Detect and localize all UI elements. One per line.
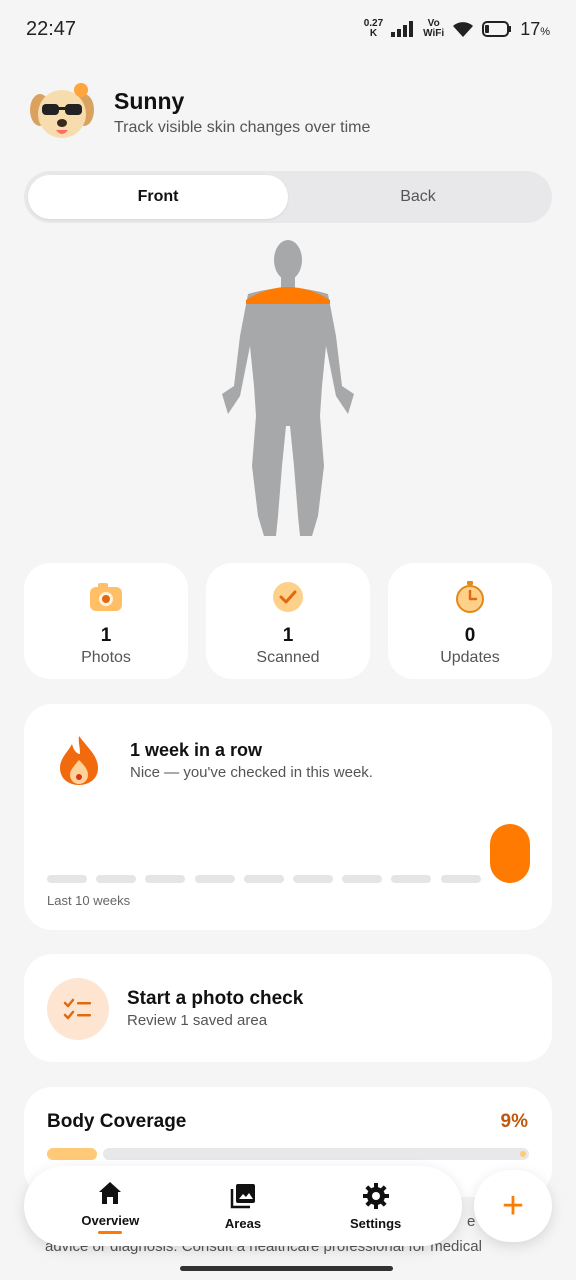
coverage-percent: 9% bbox=[500, 1111, 528, 1132]
coverage-track bbox=[103, 1148, 529, 1160]
week-bar bbox=[47, 875, 87, 883]
dog-mascot-avatar bbox=[30, 83, 94, 138]
stat-value: 1 bbox=[282, 625, 294, 646]
camera-icon bbox=[90, 583, 122, 611]
week-bar bbox=[440, 875, 481, 883]
week-bar bbox=[293, 875, 333, 883]
timer-icon bbox=[456, 581, 484, 613]
header: Sunny Track visible skin changes over ti… bbox=[26, 78, 370, 146]
coverage-progress-fill bbox=[47, 1148, 97, 1160]
coverage-title: Body Coverage bbox=[47, 1111, 187, 1132]
stat-card-updates[interactable]: 0 Updates bbox=[388, 563, 552, 679]
stat-value: 1 bbox=[100, 625, 112, 646]
weekly-streak-chart bbox=[47, 824, 530, 884]
nav-settings-label: Settings bbox=[349, 1215, 402, 1231]
week-bar bbox=[145, 875, 186, 883]
status-icons: 0.27 K Vo WiFi 17% bbox=[364, 19, 550, 40]
nav-overview[interactable]: Overview bbox=[55, 1179, 165, 1234]
bottom-navigation: Overview Areas Settings bbox=[24, 1166, 462, 1246]
checklist-icon-badge bbox=[47, 978, 109, 1040]
body-silhouette bbox=[222, 240, 354, 536]
coverage-end-dot bbox=[520, 1151, 526, 1157]
stat-label: Updates bbox=[440, 649, 500, 666]
week-bar-checked bbox=[489, 824, 530, 883]
week-bar bbox=[243, 875, 284, 883]
week-bar bbox=[342, 875, 383, 883]
volte-wifi-indicator: Vo WiFi bbox=[423, 18, 445, 39]
stat-label: Scanned bbox=[256, 649, 320, 666]
photo-check-title: Start a photo check bbox=[127, 988, 304, 1009]
weeks-label: Last 10 weeks bbox=[47, 893, 131, 908]
streak-title: 1 week in a row bbox=[130, 740, 263, 760]
flame-icon bbox=[60, 736, 98, 785]
check-badge-icon bbox=[273, 582, 303, 612]
nav-areas-label: Areas bbox=[224, 1215, 262, 1231]
stat-value: 0 bbox=[464, 625, 476, 646]
app-title: Sunny bbox=[114, 87, 185, 114]
photo-check-card[interactable]: Start a photo check Review 1 saved area bbox=[24, 954, 552, 1062]
home-indicator[interactable] bbox=[180, 1266, 393, 1271]
body-map-figure[interactable] bbox=[208, 236, 368, 548]
net-speed: 0.27 K bbox=[363, 18, 384, 39]
tab-front[interactable]: Front bbox=[28, 175, 288, 219]
nav-active-indicator bbox=[98, 1230, 123, 1234]
nav-areas[interactable]: Areas bbox=[188, 1182, 298, 1231]
status-time: 22:47 bbox=[26, 17, 77, 40]
week-bar bbox=[194, 875, 235, 883]
nav-overview-label: Overview bbox=[81, 1212, 140, 1228]
add-button[interactable]: + bbox=[474, 1170, 552, 1242]
tab-back[interactable]: Back bbox=[288, 175, 548, 219]
stat-label: Photos bbox=[81, 649, 131, 666]
photo-check-subtitle: Review 1 saved area bbox=[127, 1012, 268, 1029]
front-back-toggle: Front Back bbox=[24, 171, 552, 223]
nav-settings[interactable]: Settings bbox=[321, 1182, 431, 1231]
streak-subtitle: Nice — you've checked in this week. bbox=[130, 764, 373, 781]
home-icon bbox=[99, 1181, 122, 1204]
battery-icon bbox=[482, 21, 512, 37]
week-bar bbox=[391, 875, 432, 883]
stat-card-scanned[interactable]: 1 Scanned bbox=[206, 563, 370, 679]
app-subtitle: Track visible skin changes over time bbox=[114, 118, 371, 136]
checklist-icon bbox=[63, 998, 91, 1020]
battery-percent: 17% bbox=[520, 18, 550, 39]
signal-icon bbox=[391, 21, 414, 37]
stat-card-photos[interactable]: 1 Photos bbox=[24, 563, 188, 679]
gear-icon bbox=[362, 1182, 389, 1209]
stats-row: 1 Photos 1 Scanned 0 Updates bbox=[24, 563, 552, 679]
wifi-icon bbox=[453, 22, 474, 37]
shoulders-highlight[interactable] bbox=[246, 287, 330, 304]
status-bar: 22:47 0.27 K Vo WiFi 17% bbox=[0, 0, 576, 58]
week-bar bbox=[96, 875, 137, 883]
streak-card: 1 week in a row Nice — you've checked in… bbox=[24, 704, 552, 930]
gallery-icon bbox=[230, 1183, 255, 1208]
